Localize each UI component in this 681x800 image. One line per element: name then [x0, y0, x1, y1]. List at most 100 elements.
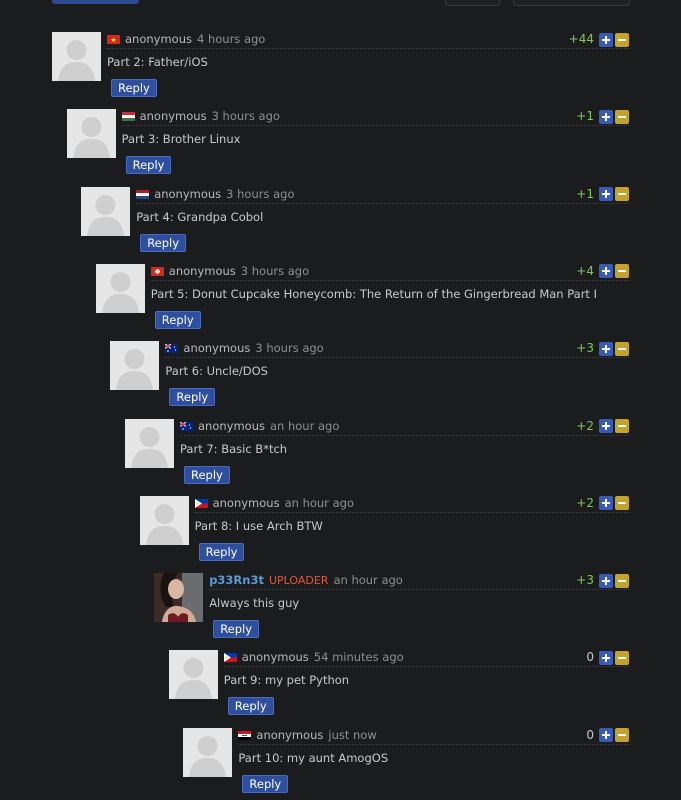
comment-text: Part 8: I use Arch BTW	[194, 518, 323, 533]
ph-flag-icon	[194, 498, 208, 508]
author-name[interactable]: p33Rn3t	[209, 573, 264, 587]
comment-text: Part 6: Uncle/DOS	[165, 364, 268, 379]
ph-flag-icon	[223, 653, 237, 663]
vote-score: 0	[586, 727, 594, 742]
au-flag-icon	[165, 344, 179, 354]
reply-button[interactable]: Reply	[125, 156, 172, 175]
reply-button[interactable]: Reply	[140, 233, 187, 252]
downvote-icon[interactable]	[615, 341, 629, 356]
comment-header: p33Rn3t UPLOADER an hour ago +3	[209, 573, 629, 591]
vote-controls: 0	[586, 728, 629, 743]
downvote-icon[interactable]	[615, 109, 629, 124]
comment-text: Part 7: Basic B*tch	[180, 441, 288, 456]
comment-item: anonymous just now 0 Part 10: my aunt AmogO…	[183, 727, 629, 798]
upvote-icon[interactable]	[599, 650, 613, 665]
downvote-icon[interactable]	[615, 496, 629, 511]
comment-body: anonymous just now 0 Part 10: my aunt AmogO…	[238, 728, 629, 765]
reply-button[interactable]: Reply	[242, 774, 289, 793]
comment-header: anonymous 54 minutes ago 0	[223, 650, 629, 668]
vote-score: +1	[576, 186, 594, 201]
avatar[interactable]	[81, 186, 131, 236]
reply-button[interactable]: Reply	[169, 388, 216, 407]
upvote-icon[interactable]	[599, 573, 613, 588]
reply-button[interactable]: Reply	[111, 79, 157, 97]
comment-time: 3 hours ago	[226, 186, 295, 201]
comment-text: Part 5: Donut Cupcake Honeycomb: The Ret…	[150, 286, 597, 301]
downvote-icon[interactable]	[615, 264, 629, 279]
comment-header: anonymous 3 hours ago +1	[121, 109, 629, 127]
avatar[interactable]	[168, 650, 218, 700]
comment-body: anonymous an hour ago +2 Part 7: Basic B*tc…	[180, 419, 629, 456]
comment-body: anonymous 4 hours ago +44 Part 2: Father/iO…	[107, 32, 629, 69]
author-name: anonymous	[183, 341, 251, 356]
comment-item: p33Rn3t UPLOADER an hour ago +3 Always this …	[154, 573, 629, 643]
avatar[interactable]	[110, 341, 160, 391]
avatar[interactable]	[139, 495, 189, 545]
avatar[interactable]	[66, 109, 116, 159]
avatar[interactable]	[95, 263, 145, 313]
upvote-icon[interactable]	[599, 496, 613, 511]
downvote-icon[interactable]	[615, 650, 629, 665]
comment-header: anonymous just now 0	[238, 728, 629, 745]
vote-score: +3	[576, 573, 594, 588]
comment-text: Part 3: Brother Linux	[121, 132, 241, 147]
avatar[interactable]	[154, 573, 204, 623]
reply-button[interactable]: Reply	[154, 310, 201, 329]
comment-time: 3 hours ago	[255, 341, 324, 356]
upvote-icon[interactable]	[599, 341, 613, 356]
upvote-icon[interactable]	[599, 109, 613, 124]
comment-time: just now	[328, 727, 377, 742]
upvote-icon[interactable]	[599, 264, 613, 279]
comment-time: an hour ago	[284, 495, 354, 510]
avatar[interactable]	[52, 32, 101, 81]
vote-controls: +3	[576, 573, 629, 588]
hu-flag-icon	[121, 112, 135, 122]
author-name: anonymous	[212, 495, 280, 510]
comment-time: 3 hours ago	[240, 263, 310, 278]
comment-body: anonymous 3 hours ago +1 Part 3: Brother Li…	[121, 109, 629, 147]
reply-button[interactable]: Reply	[213, 620, 260, 639]
comment-text: Part 2: Father/iOS	[107, 55, 208, 69]
comment-time: an hour ago	[269, 418, 340, 433]
vote-controls: +4	[576, 264, 629, 279]
vote-controls: 0	[586, 650, 629, 665]
comment-item: anonymous 3 hours ago +1 Part 3: Brother Li…	[66, 109, 629, 179]
vote-controls: +2	[576, 496, 629, 511]
comment-header: anonymous 3 hours ago +3	[165, 341, 629, 359]
avatar[interactable]	[183, 727, 233, 777]
vote-controls: +44	[569, 32, 629, 47]
downvote-icon[interactable]	[615, 573, 629, 588]
avatar[interactable]	[125, 418, 174, 468]
au-flag-icon	[180, 421, 193, 431]
vote-score: +44	[568, 32, 594, 46]
comment-body: anonymous 54 minutes ago 0 Part 9: my pet P…	[223, 650, 629, 687]
downvote-icon[interactable]	[615, 187, 629, 202]
reply-button[interactable]: Reply	[198, 542, 245, 561]
upvote-icon[interactable]	[599, 187, 613, 202]
comment-time: an hour ago	[333, 573, 403, 588]
author-name: anonymous	[241, 650, 309, 665]
reply-button[interactable]: Reply	[184, 465, 230, 484]
reply-button[interactable]: Reply	[227, 697, 274, 716]
upvote-icon[interactable]	[599, 32, 613, 47]
author-name: anonymous	[256, 727, 324, 742]
downvote-icon[interactable]	[615, 728, 629, 743]
comment-item: anonymous 54 minutes ago 0 Part 9: my pet P…	[168, 650, 629, 720]
vote-controls: +1	[576, 187, 629, 202]
comment-thread: anonymous 4 hours ago +44 Part 2: Father/iO…	[0, 0, 681, 800]
downvote-icon[interactable]	[615, 419, 629, 433]
upvote-icon[interactable]	[599, 728, 613, 743]
comment-body: anonymous 3 hours ago +3 Part 6: Uncle/DOS	[165, 341, 629, 378]
vote-score: +1	[576, 109, 594, 124]
vote-score: +2	[576, 495, 594, 510]
iq-flag-icon	[238, 730, 252, 740]
comment-header: anonymous an hour ago +2	[194, 495, 629, 513]
comment-body: anonymous an hour ago +2 Part 8: I use Arch…	[194, 495, 629, 533]
comment-time: 4 hours ago	[196, 32, 266, 46]
comment-item: anonymous 3 hours ago +3 Part 6: Uncle/DOS R…	[110, 341, 629, 411]
vote-controls: +3	[576, 341, 629, 356]
downvote-icon[interactable]	[615, 32, 629, 47]
vn-flag-icon	[107, 35, 120, 44]
upvote-icon[interactable]	[599, 419, 613, 433]
vote-controls: +2	[576, 419, 629, 434]
